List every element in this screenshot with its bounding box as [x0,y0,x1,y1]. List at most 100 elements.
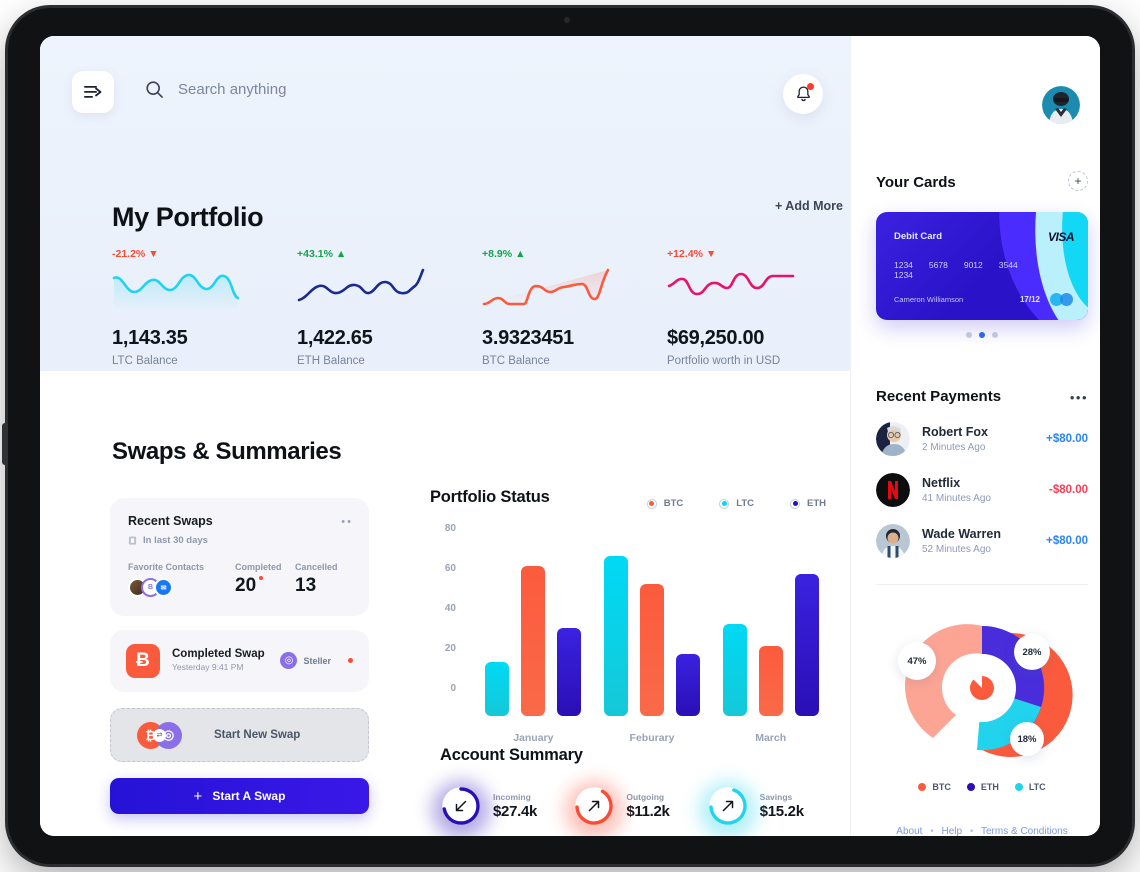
account-summary-item-savings[interactable]: Savings $15.2k [698,781,840,836]
steller-icon: ◎ [280,652,298,669]
bar-btc[interactable] [521,566,546,716]
legend-label: ETH [980,782,999,792]
help-link[interactable]: Help [942,826,963,836]
sparkline-btc [482,268,610,306]
payment-name: Netflix [922,476,961,490]
y-axis-tick: 60 [444,563,456,574]
chart-plot-area: 80 60 40 20 0 January Feburary March [430,523,830,744]
legend-item-ltc[interactable]: LTC [719,498,754,509]
about-link[interactable]: About [896,826,922,836]
search-bar[interactable] [145,80,498,99]
progress-ring [432,781,490,836]
payment-list-item[interactable]: Robert Fox 2 Minutes Ago +$80.00 [876,422,1088,456]
completed-swap-title: Completed Swap [172,648,265,661]
radio-icon [646,498,657,509]
sparkline-eth [297,268,425,302]
payment-amount: -$80.00 [1048,484,1088,496]
portfolio-stat-card[interactable]: +8.9% ▲ 3.9323451 BTC Balance [482,248,667,367]
credit-card[interactable]: Debit Card VISA 1234 5678 9012 3544 1234… [876,212,1088,320]
account-summary-title: Account Summary [440,746,583,764]
main-content: My Portfolio + Add More -21.2% ▼ 1,143.3… [40,36,850,836]
add-more-button[interactable]: + Add More [775,199,843,213]
bar-ltc[interactable] [485,662,510,716]
portfolio-stat-card[interactable]: +12.4% ▼ $69,250.00 Portfolio worth in U… [667,248,852,367]
status-dot-icon [259,576,264,580]
recent-swaps-title: Recent Swaps [128,514,213,528]
stat-change-value: +43.1% [297,248,333,260]
swaps-section-title: Swaps & Summaries [112,438,342,465]
favorite-contacts-list[interactable]: B ✉ [128,578,235,597]
card-number-group: 1234 [894,270,913,280]
calendar-icon [128,536,137,545]
card-holder-name: Cameron Williamson [894,295,964,304]
bitcoin-icon: Ƀ [126,644,160,678]
card-expiry: 17/12 [1019,295,1040,304]
swap-arrows-icon: ⇄ [153,728,166,742]
card-number: 1234 5678 9012 3544 1234 [894,260,1044,280]
carousel-dot-active[interactable] [979,332,985,338]
x-axis-tick: March [755,732,787,744]
account-summary-item-incoming[interactable]: Incoming $27.4k [432,781,573,836]
carousel-dot[interactable] [966,332,972,338]
x-axis-tick: Feburary [629,732,675,744]
stat-value: $69,250.00 [667,327,765,349]
account-item-value: $15.2k [759,803,804,820]
menu-toggle-button[interactable] [72,71,114,113]
stat-change: +8.9% ▲ [482,248,667,260]
favorite-contacts-label: Favorite Contacts [128,562,205,572]
payment-list-item[interactable]: Wade Warren 52 Minutes Ago +$80.00 [876,524,1088,558]
donut-legend-eth[interactable]: ETH [966,782,999,792]
radio-icon [719,498,730,509]
stat-change-value: -21.2% [112,248,146,260]
footer-links: About • Help • Terms & Conditions [876,826,1088,836]
donut-legend-btc[interactable]: BTC [918,782,951,792]
terms-link[interactable]: Terms & Conditions [981,826,1068,836]
card-number-group: 3544 [998,260,1018,270]
chart-x-labels: January Feburary March [474,732,830,744]
legend-item-eth[interactable]: ETH [790,498,826,509]
app-header [40,36,850,146]
recent-payments-section: Recent Payments ••• Robert Fox 2 Minutes… [876,388,1088,558]
notifications-button[interactable] [783,74,823,114]
recent-payments-title: Recent Payments [876,388,1002,405]
bar-btc[interactable] [758,646,783,716]
tablet-device-frame: My Portfolio + Add More -21.2% ▼ 1,143.3… [2,8,1132,864]
start-a-swap-button[interactable]: + Start A Swap [110,778,369,814]
x-axis-tick: January [513,732,554,744]
bar-group-feburary [593,529,712,716]
carousel-dot[interactable] [992,332,998,338]
account-summary-item-outgoing[interactable]: Outgoing $11.2k [565,781,706,836]
bar-btc[interactable] [640,584,664,716]
add-card-button[interactable]: + [1068,171,1088,191]
start-new-swap-card[interactable]: ₿ ⇄ ◎ Start New Swap [110,708,369,762]
legend-label: BTC [663,498,684,509]
card-carousel-dots [876,332,1088,338]
legend-item-btc[interactable]: BTC [646,498,684,509]
donut-legend-ltc[interactable]: LTC [1014,782,1046,792]
stat-change: -21.2% ▼ [112,248,297,260]
recent-swaps-more-button[interactable]: •• [341,516,353,528]
stat-label: Portfolio worth in USD [667,355,781,367]
avatar[interactable] [1042,86,1080,124]
bar-ltc[interactable] [722,624,747,716]
bar-eth[interactable] [676,654,700,716]
stat-value: 3.9323451 [482,327,574,349]
account-item-label: Savings [759,792,793,802]
sparkline-usd [667,272,795,296]
portfolio-stat-card[interactable]: +43.1% ▲ 1,422.65 ETH Balance [297,248,482,367]
bar-eth[interactable] [794,574,819,716]
bar-ltc[interactable] [604,556,628,716]
payment-name: Robert Fox [922,425,988,439]
payment-list-item[interactable]: Netflix 41 Minutes Ago -$80.00 [876,473,1088,507]
completed-swap-card[interactable]: Ƀ Completed Swap Yesterday 9:41 PM ◎ Ste… [110,630,369,692]
contact-avatar[interactable]: ✉ [154,578,173,597]
recent-payments-more-button[interactable]: ••• [1070,390,1088,405]
y-axis-tick: 20 [444,643,456,654]
bar-eth[interactable] [557,628,582,716]
stat-change: +43.1% ▲ [297,248,482,260]
search-input[interactable] [178,81,498,98]
your-cards-title: Your Cards [876,174,956,191]
donut-label-ltc: 18% [1010,722,1044,756]
portfolio-stat-card[interactable]: -21.2% ▼ 1,143.35 LTC Balance [112,248,297,367]
payment-amount: +$80.00 [1046,433,1088,445]
